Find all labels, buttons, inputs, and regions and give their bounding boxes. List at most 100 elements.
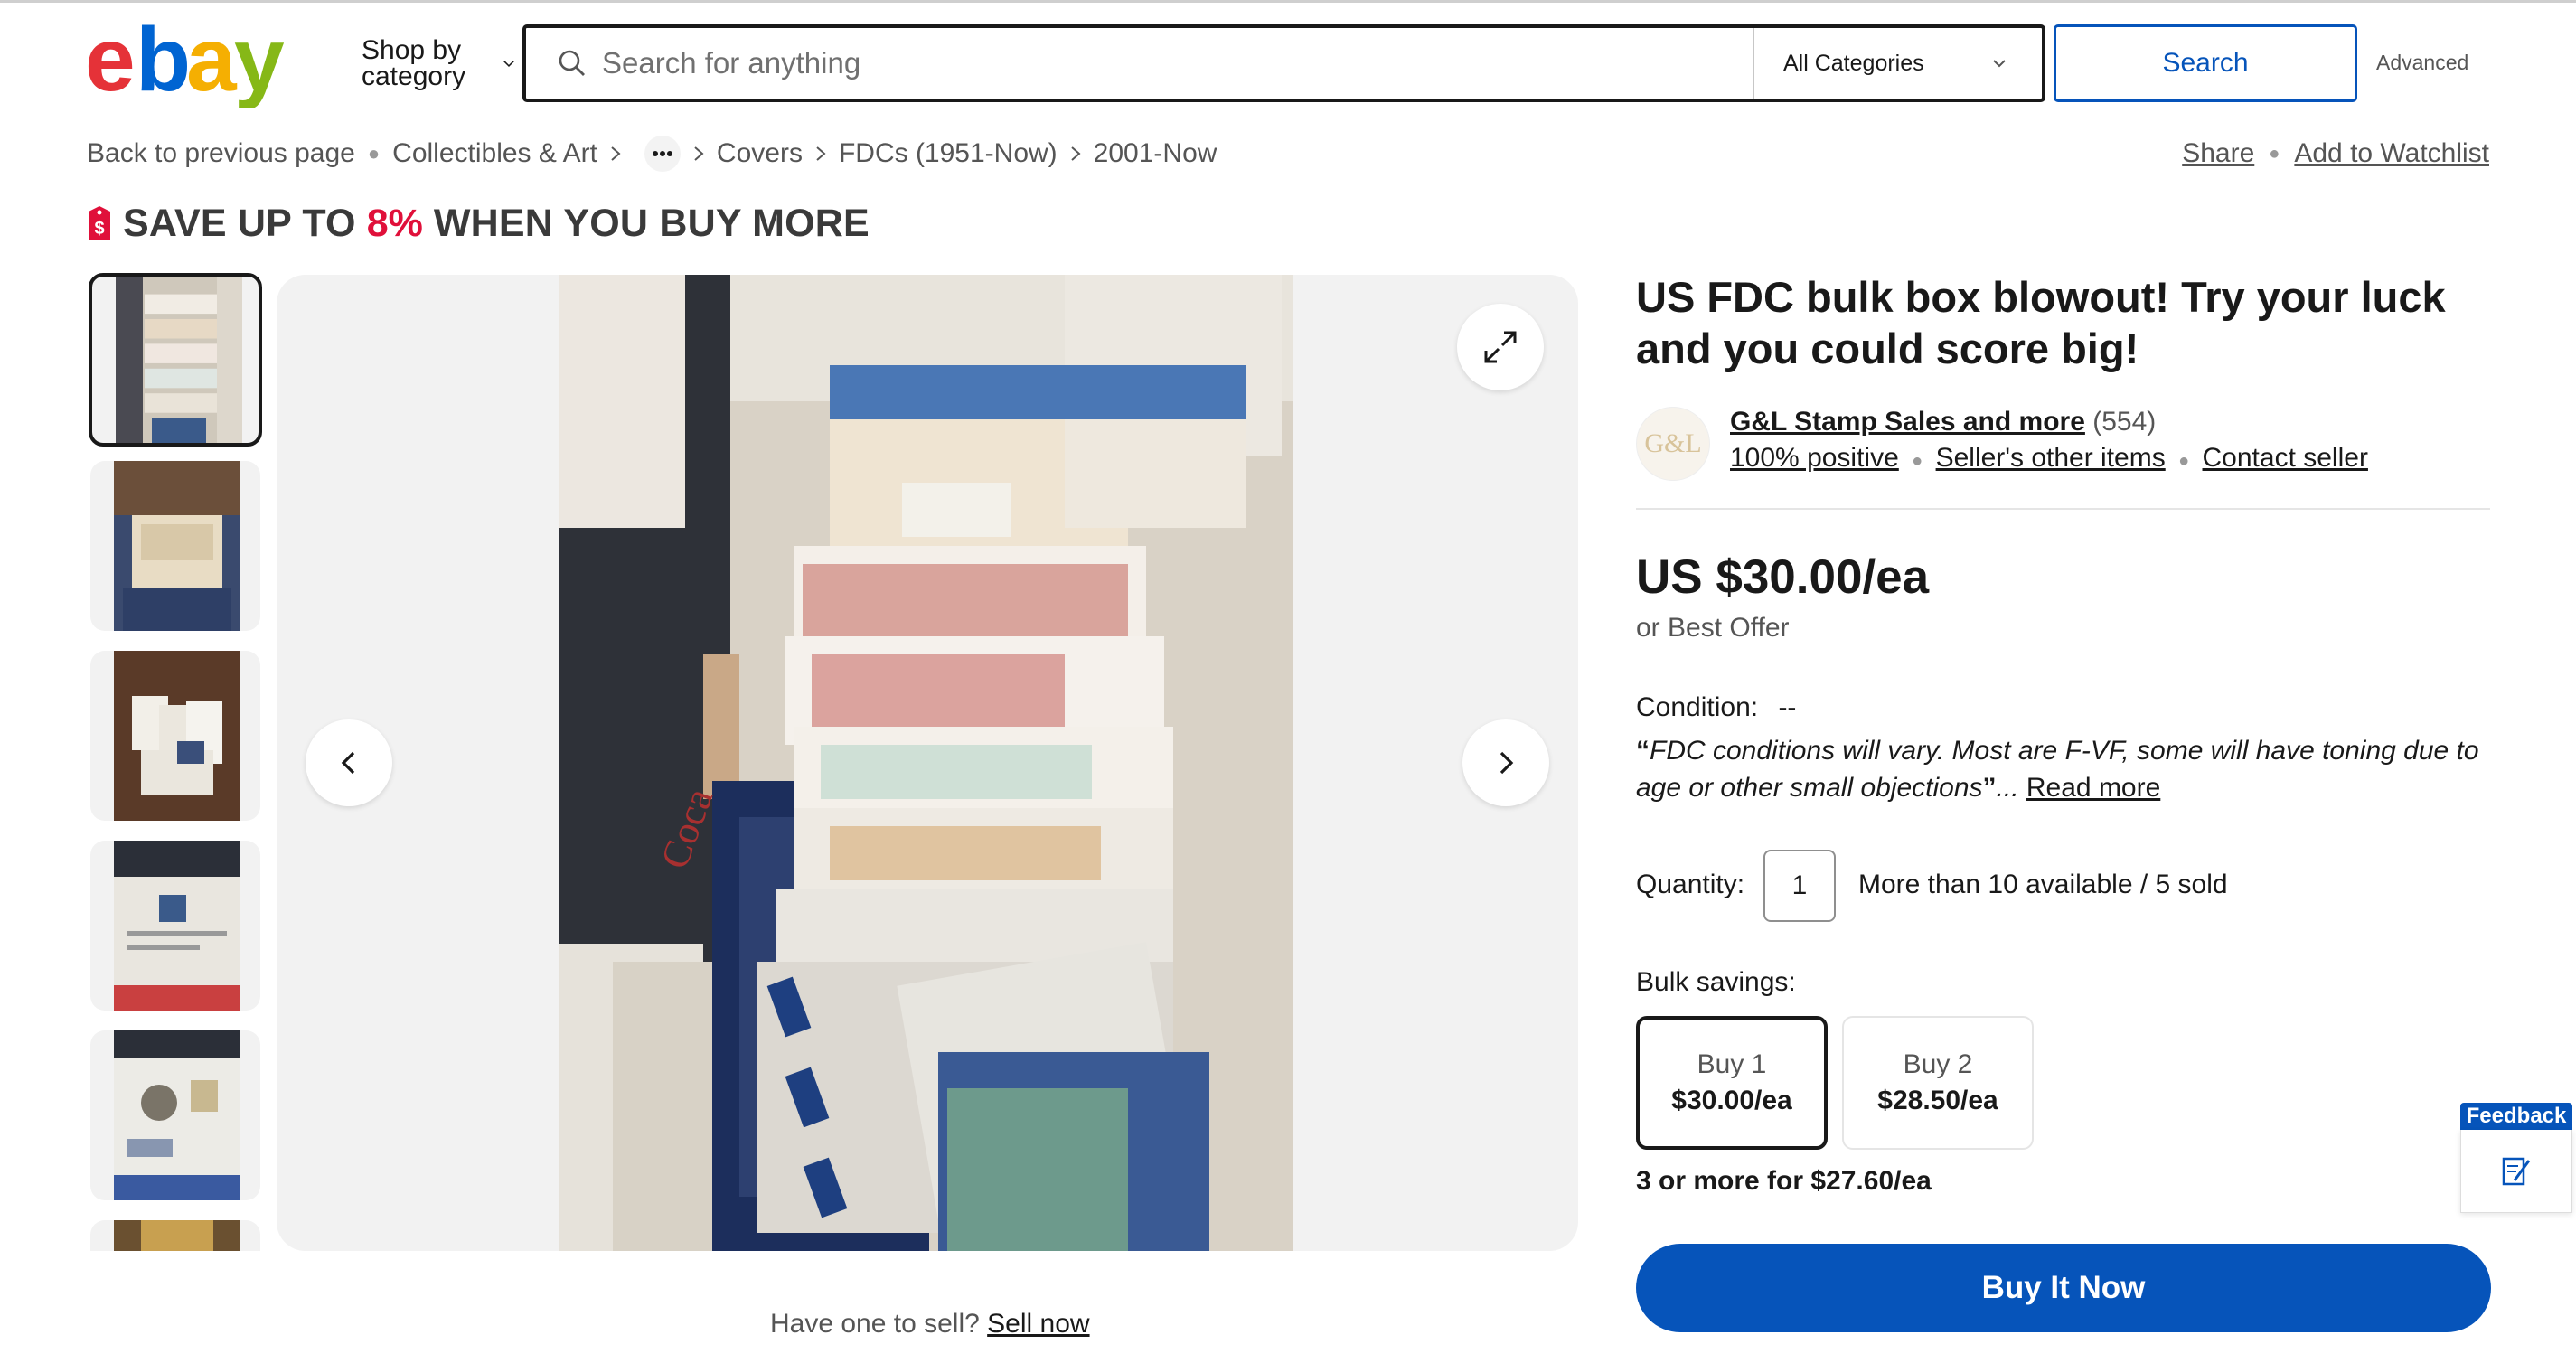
quantity-input[interactable] — [1772, 870, 1827, 901]
item-price: US $30.00/ea — [1636, 550, 1930, 604]
next-image-button[interactable] — [1462, 719, 1549, 806]
seller-name-link[interactable]: G&L Stamp Sales and more — [1730, 407, 2085, 437]
thumbnail-image — [114, 1220, 240, 1251]
feedback-label: Feedback — [2460, 1103, 2572, 1130]
best-offer-text: or Best Offer — [1636, 613, 1790, 643]
condition-label: Condition: — [1636, 692, 1759, 722]
thumbnail-image — [114, 651, 240, 821]
breadcrumb: Back to previous page ● Collectibles & A… — [87, 136, 1217, 172]
ebay-logo[interactable]: e b a y — [85, 18, 302, 108]
logo-letter-b: b — [136, 18, 191, 108]
shop-by-category-label: Shop by category — [362, 35, 466, 91]
search-icon — [559, 50, 585, 76]
bulk-option-qty: Buy 1 — [1697, 1049, 1767, 1079]
chevron-down-icon — [1993, 60, 2006, 68]
sell-prompt: Have one to sell? Sell now — [770, 1309, 1090, 1340]
logo-letter-y: y — [234, 18, 285, 108]
thumbnail-image — [114, 1030, 240, 1200]
feedback-widget[interactable]: Feedback — [2460, 1103, 2572, 1213]
breadcrumb-2001-now[interactable]: 2001-Now — [1094, 138, 1217, 169]
seller-avatar[interactable]: G&L — [1636, 407, 1710, 481]
breadcrumb-more-button[interactable] — [644, 136, 681, 172]
previous-image-button[interactable] — [306, 719, 392, 806]
thumbnail-4[interactable] — [90, 841, 260, 1011]
seller-links: 100% positive ● Seller's other items ● C… — [1730, 443, 2368, 474]
quantity-field[interactable] — [1763, 850, 1836, 922]
chevron-right-icon — [611, 146, 621, 161]
separator-dot: ● — [2269, 143, 2280, 164]
separator-dot: ● — [2178, 451, 2190, 471]
seller-positive-link[interactable]: 100% positive — [1730, 443, 1899, 473]
share-link[interactable]: Share — [2182, 138, 2254, 169]
divider — [1636, 508, 2490, 510]
chevron-down-icon — [503, 61, 514, 67]
chevron-left-icon — [341, 751, 355, 775]
sell-now-link[interactable]: Sell now — [987, 1309, 1089, 1339]
thumbnail-1[interactable] — [89, 273, 262, 447]
seller-feedback-count: (554) — [2092, 407, 2157, 437]
search-input[interactable] — [602, 46, 1777, 80]
promo-suffix: WHEN YOU BUY MORE — [433, 201, 870, 245]
separator-dot: ● — [367, 142, 381, 165]
thumbnail-2[interactable] — [90, 461, 260, 631]
add-to-watchlist-link[interactable]: Add to Watchlist — [2294, 138, 2489, 169]
buy-it-now-button[interactable]: Buy It Now — [1636, 1244, 2491, 1332]
seller-other-items-link[interactable]: Seller's other items — [1936, 443, 2166, 473]
top-border — [0, 0, 2576, 3]
open-quote: “ — [1636, 736, 1650, 766]
category-select-label: All Categories — [1783, 50, 1924, 76]
thumbnail-image — [114, 841, 240, 1011]
breadcrumb-collectibles-art[interactable]: Collectibles & Art — [392, 138, 597, 169]
advanced-search-link[interactable]: Advanced — [2376, 51, 2468, 75]
thumbnail-5[interactable] — [90, 1030, 260, 1200]
promo-banner: $ SAVE UP TO 8% WHEN YOU BUY MORE — [85, 199, 870, 248]
breadcrumb-fdcs[interactable]: FDCs (1951-Now) — [839, 138, 1058, 169]
availability-text: More than 10 available / 5 sold — [1858, 870, 2228, 899]
main-image-gallery: Coca — [277, 275, 1578, 1251]
thumbnail-image — [116, 277, 242, 443]
search-bar: All Categories — [522, 24, 2045, 102]
read-more-link[interactable]: Read more — [2026, 773, 2160, 803]
expand-image-button[interactable] — [1457, 304, 1544, 390]
separator-dot: ● — [1912, 451, 1923, 471]
bulk-more-text: 3 or more for $27.60/ea — [1636, 1166, 1932, 1196]
feedback-edit-icon — [2502, 1157, 2531, 1185]
condition-value: -- — [1778, 692, 1797, 722]
bulk-option-qty: Buy 2 — [1903, 1049, 1973, 1079]
chevron-right-icon — [1500, 751, 1514, 775]
breadcrumb-covers[interactable]: Covers — [717, 138, 803, 169]
feedback-body — [2460, 1130, 2572, 1213]
sell-question: Have one to sell? — [770, 1309, 980, 1339]
quantity-label: Quantity: — [1636, 870, 1745, 899]
price-tag-icon: $ — [89, 206, 110, 240]
logo-letter-a: a — [186, 18, 238, 108]
thumbnail-image — [114, 461, 240, 631]
promo-prefix: SAVE UP TO — [123, 201, 356, 245]
promo-percent: 8% — [366, 201, 423, 245]
thumbnail-strip — [87, 273, 264, 1251]
seller-info: G&L Stamp Sales and more (554) — [1730, 407, 2156, 437]
shop-by-category-button[interactable]: Shop by category — [362, 34, 515, 92]
bulk-option-price: $30.00/ea — [1671, 1086, 1792, 1115]
search-button[interactable]: Search — [2054, 24, 2357, 102]
bulk-option-buy-1[interactable]: Buy 1 $30.00/ea — [1636, 1016, 1828, 1150]
bulk-option-buy-2[interactable]: Buy 2 $28.50/ea — [1842, 1016, 2034, 1150]
chevron-right-icon — [694, 146, 704, 161]
back-to-previous-page-link[interactable]: Back to previous page — [87, 138, 355, 169]
chevron-right-icon — [816, 146, 826, 161]
condition-row: Condition: -- — [1636, 692, 1796, 723]
contact-seller-link[interactable]: Contact seller — [2203, 443, 2368, 473]
condition-description: “FDC conditions will vary. Most are F-VF… — [1636, 732, 2504, 806]
bulk-option-price: $28.50/ea — [1877, 1086, 1998, 1115]
listing-title: US FDC bulk box blowout! Try your luck a… — [1636, 273, 2446, 372]
main-product-image[interactable]: Coca — [559, 275, 1293, 1251]
category-select[interactable]: All Categories — [1753, 28, 2042, 99]
listing-actions: Share ● Add to Watchlist — [2182, 136, 2489, 172]
close-quote: ” — [1982, 773, 1997, 803]
thumbnail-6[interactable] — [90, 1220, 260, 1251]
thumbnail-3[interactable] — [90, 651, 260, 821]
svg-text:$: $ — [94, 219, 104, 239]
ellipsis-icon — [652, 151, 672, 156]
chevron-right-icon — [1071, 146, 1081, 161]
ellipsis-text: ... — [1996, 773, 2026, 803]
